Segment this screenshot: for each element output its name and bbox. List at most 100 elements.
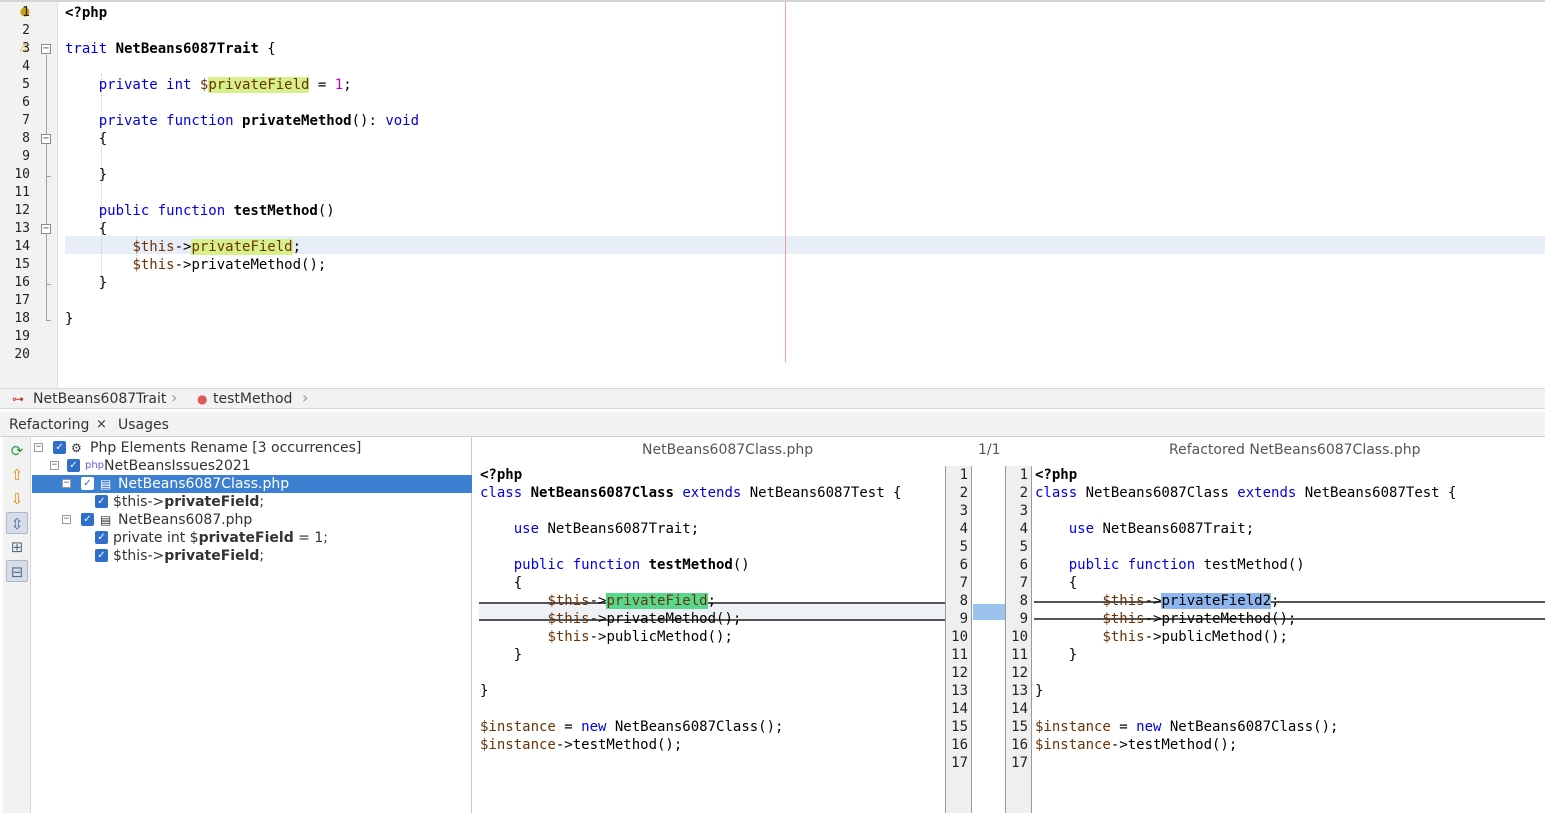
diff-line[interactable]: public function testMethod() (1035, 556, 1305, 574)
tree-usage-row[interactable]: ✓ $this->privateField; (32, 547, 472, 565)
code-token: $this (1102, 593, 1145, 609)
diff-line[interactable]: $this->publicMethod(); (1035, 628, 1287, 646)
tab-refactoring[interactable]: Refactoring (9, 416, 89, 434)
code-line[interactable]: $this->privateMethod(); (65, 256, 326, 274)
diff-line[interactable]: $this->privateMethod(); (1035, 610, 1296, 628)
physical-view-icon[interactable]: ⊟ (6, 560, 28, 582)
line-number: 16 (14, 275, 30, 290)
tree-usage-row[interactable]: ✓ private int $privateField = 1; (32, 529, 472, 547)
code-line[interactable]: private function privateMethod(): void (65, 112, 419, 130)
checkbox[interactable]: ✓ (95, 549, 108, 562)
checkbox[interactable]: ✓ (95, 495, 108, 508)
fold-trait-button[interactable]: − (41, 44, 51, 54)
code-token: -> (1144, 593, 1162, 609)
logical-view-icon[interactable]: ⊞ (6, 536, 28, 558)
diff-line[interactable]: class NetBeans6087Class extends NetBeans… (480, 484, 901, 502)
checkbox[interactable]: ✓ (53, 441, 66, 454)
diff-line[interactable]: $instance = new NetBeans6087Class(); (480, 718, 783, 736)
code-token: ->publicMethod(); (589, 629, 733, 645)
code-line[interactable]: $this->privateField; (65, 238, 301, 256)
fold-method-button[interactable]: − (41, 134, 51, 144)
diff-line[interactable]: use NetBeans6087Trait; (480, 520, 699, 538)
collapse-icon[interactable]: − (34, 443, 43, 452)
code-token: ->privateMethod(); (174, 257, 327, 273)
rename-icon: ⚙ (71, 441, 82, 455)
diff-line[interactable]: $instance = new NetBeans6087Class(); (1035, 718, 1338, 736)
diff-line[interactable]: $this->privateField; (480, 592, 716, 610)
code-line[interactable]: } (65, 274, 107, 292)
expand-all-icon[interactable]: ⇳ (6, 512, 28, 534)
trait-icon: ⊶ (12, 392, 24, 406)
code-editor[interactable]: ● ⚠ − − − 1 2 3 4 5 6 7 8 9 10 11 12 13 14 15 16 17 18 19 2… (0, 0, 1545, 388)
collapse-icon[interactable]: − (62, 479, 71, 488)
diff-line[interactable]: } (1035, 682, 1043, 700)
code-line[interactable]: } (65, 310, 73, 328)
diff-line-number: 15 (951, 719, 968, 735)
code-line[interactable]: } (65, 166, 107, 184)
diff-line[interactable]: $this->publicMethod(); (480, 628, 733, 646)
collapse-icon[interactable]: − (62, 515, 71, 524)
diff-line[interactable]: } (480, 682, 488, 700)
diff-line[interactable]: { (1035, 574, 1077, 592)
diff-line-number: 13 (1011, 683, 1028, 699)
diff-line-number: 14 (1011, 701, 1028, 717)
usage-text: $this->privateField; (113, 494, 265, 510)
tab-usages[interactable]: Usages (118, 416, 169, 434)
code-line[interactable]: { (65, 220, 107, 238)
diff-line[interactable]: } (480, 646, 522, 664)
diff-line[interactable]: use NetBeans6087Trait; (1035, 520, 1254, 538)
close-icon[interactable]: × (96, 416, 107, 434)
diff-line[interactable]: $instance->testMethod(); (480, 736, 682, 754)
diff-line[interactable]: $this->privateField2; (1035, 592, 1279, 610)
arrow-up-icon[interactable]: ⇧ (6, 464, 28, 486)
collapse-icon[interactable]: − (50, 461, 59, 470)
fold-method-end (46, 176, 51, 177)
diff-line[interactable]: public function testMethod() (480, 556, 750, 574)
fold-testmethod-button[interactable]: − (41, 224, 51, 234)
method-icon: ● (197, 392, 208, 406)
code-line[interactable]: private int $privateField = 1; (65, 76, 352, 94)
diff-line[interactable]: class NetBeans6087Class extends NetBeans… (1035, 484, 1456, 502)
fold-testmethod-end (46, 284, 51, 285)
refresh-icon[interactable]: ⟳ (6, 440, 28, 462)
tree-project-row[interactable]: − ✓ php NetBeansIssues2021 (32, 457, 472, 475)
refactoring-tree[interactable]: − ✓ ⚙ Php Elements Rename [3 occurrences… (32, 437, 472, 813)
diff-line[interactable]: <?php (1035, 466, 1077, 484)
code-token: class (480, 485, 531, 501)
diff-line[interactable]: { (480, 574, 522, 592)
checkbox[interactable]: ✓ (81, 513, 94, 526)
code-area[interactable]: <?php trait NetBeans6087Trait { private i… (58, 2, 1545, 388)
code-line[interactable]: trait NetBeans6087Trait { (65, 40, 276, 58)
checkbox[interactable]: ✓ (81, 477, 94, 490)
arrow-down-icon[interactable]: ⇩ (6, 488, 28, 510)
code-token: ->testMethod(); (555, 737, 683, 753)
breadcrumb-method[interactable]: testMethod (213, 390, 292, 408)
tree-root-row[interactable]: − ✓ ⚙ Php Elements Rename [3 occurrences… (32, 439, 472, 457)
checkbox[interactable]: ✓ (95, 531, 108, 544)
tree-file2-row[interactable]: − ✓ ▤ NetBeans6087.php (32, 511, 472, 529)
diff-line[interactable]: $this->privateMethod(); (480, 610, 741, 628)
tree-file1-row[interactable]: − ✓ ▤ NetBeans6087Class.php (32, 475, 472, 493)
diff-line-number: 7 (959, 575, 968, 591)
code-token: $this (547, 629, 590, 645)
code-line[interactable]: <?php (65, 4, 107, 22)
diff-line[interactable]: $instance->testMethod(); (1035, 736, 1237, 754)
diff-line-number: 12 (1011, 665, 1028, 681)
diff-line[interactable]: <?php (480, 466, 522, 484)
code-token: { (1035, 575, 1078, 591)
code-token: $this (547, 611, 590, 627)
breadcrumb-trait[interactable]: NetBeans6087Trait (33, 390, 166, 408)
code-token: NetBeans6087Test { (1296, 485, 1457, 501)
diff-line-number: 1 (959, 467, 968, 483)
code-line[interactable]: { (65, 130, 107, 148)
diff-view[interactable]: NetBeans6087Class.php 1/1 Refactored Net… (479, 437, 1545, 813)
checkbox[interactable]: ✓ (67, 459, 80, 472)
code-line[interactable]: public function testMethod() (65, 202, 335, 220)
tree-project-label: NetBeansIssues2021 (104, 458, 251, 474)
breadcrumb-separator: › (171, 388, 178, 407)
code-token: testMethod (648, 557, 733, 573)
tree-usage-row[interactable]: ✓ $this->privateField; (32, 493, 472, 511)
diff-line[interactable]: } (1035, 646, 1077, 664)
